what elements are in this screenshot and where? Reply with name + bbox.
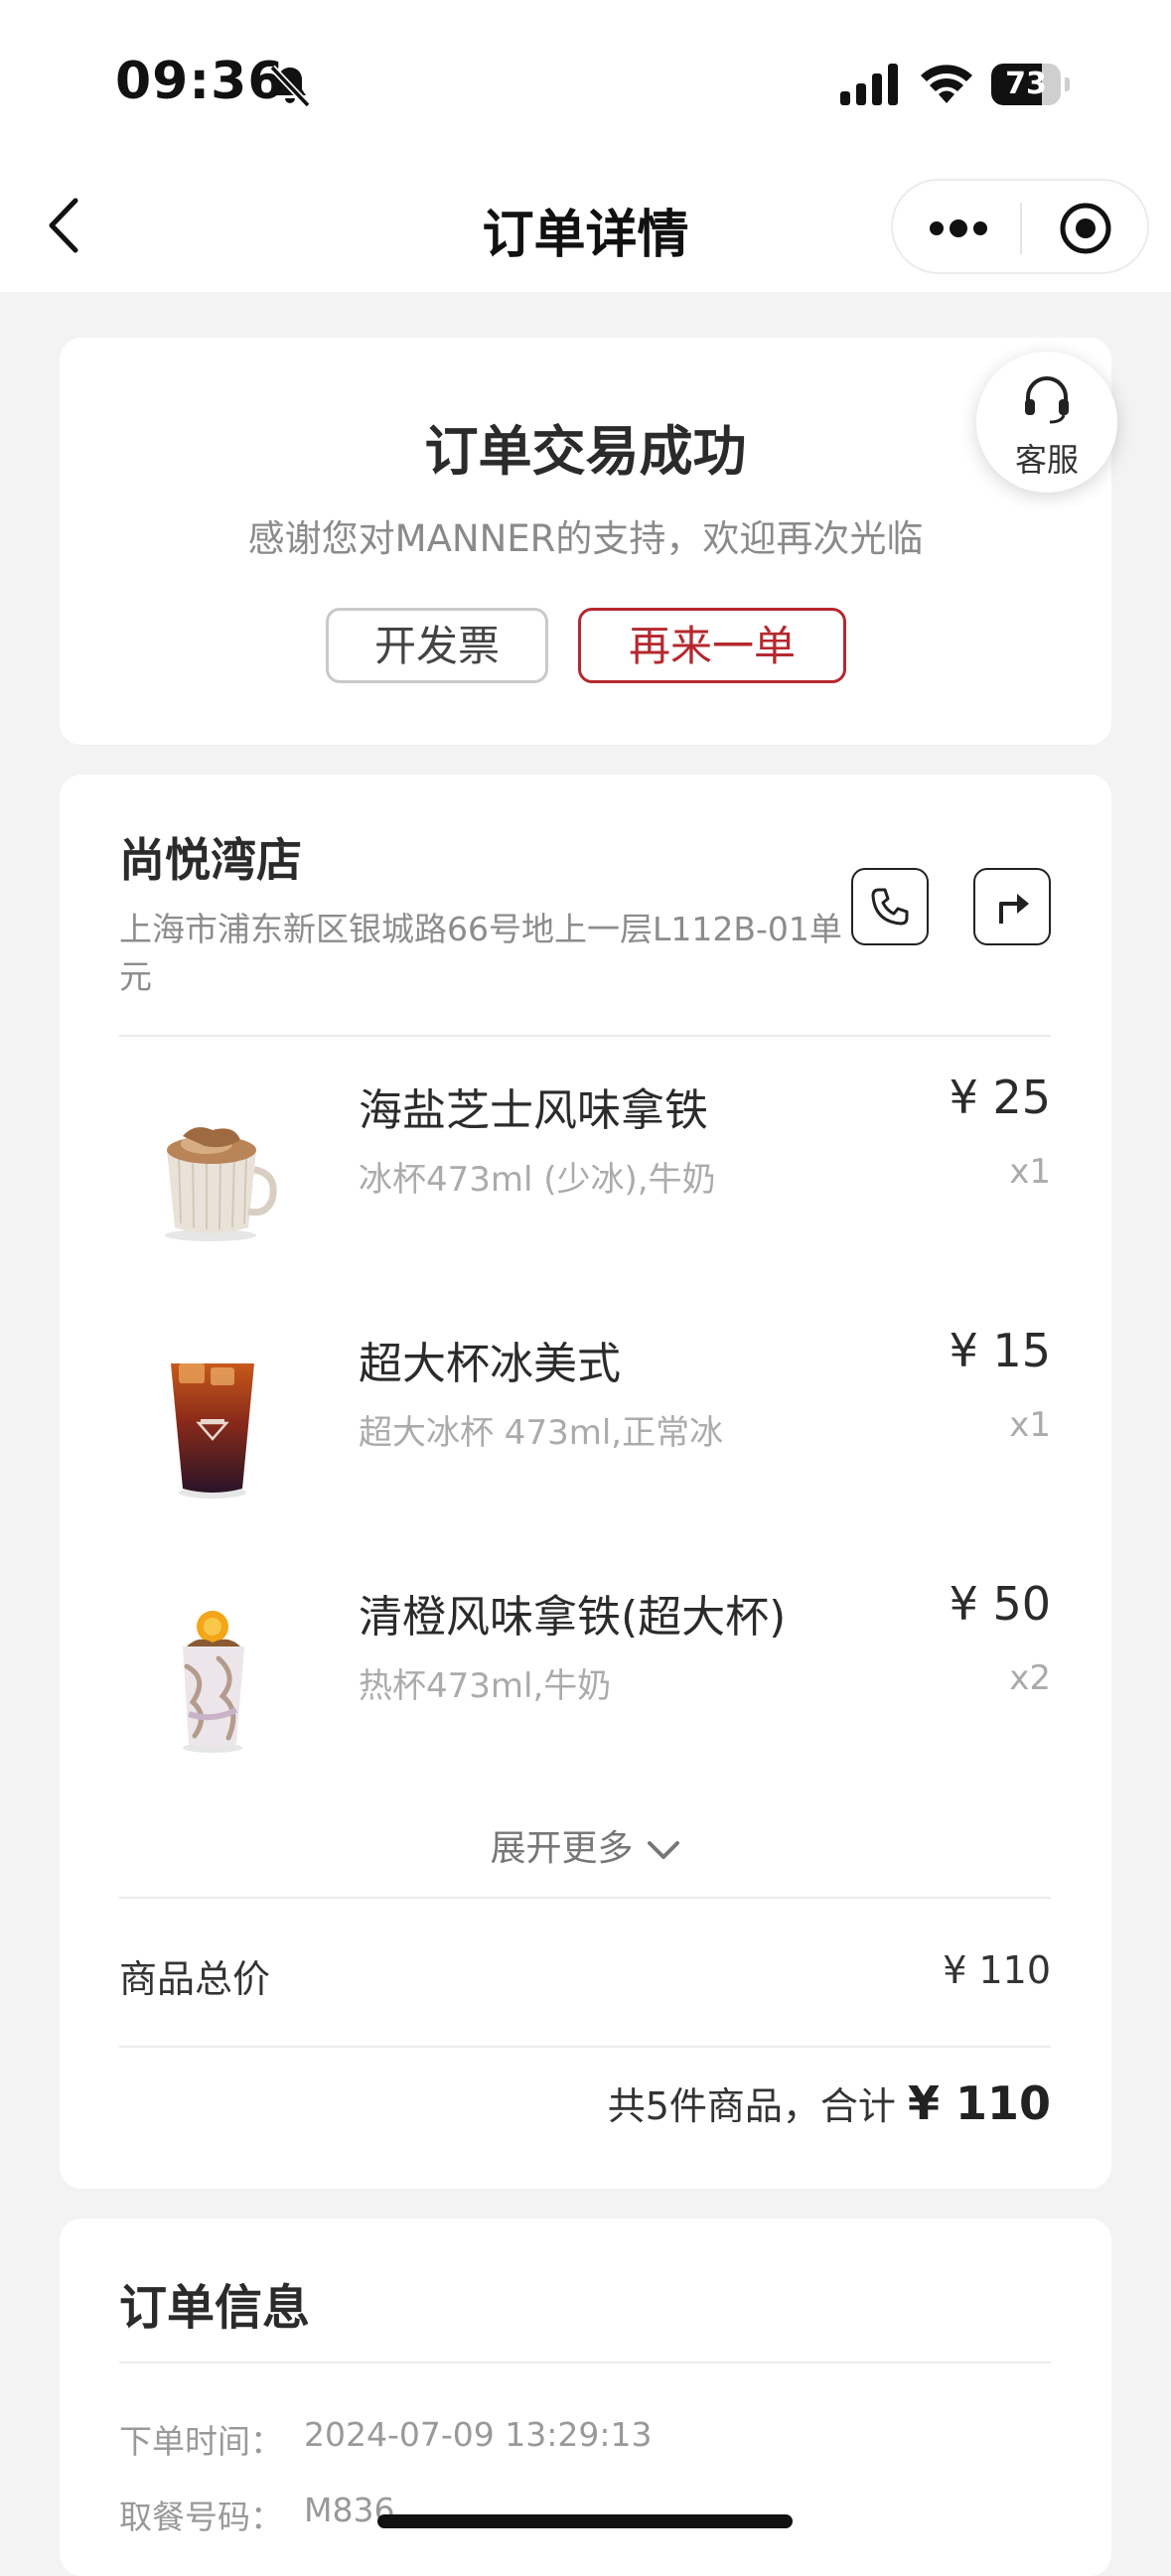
pickup-number-label: 取餐号码： [119, 2498, 283, 2536]
divider [119, 1897, 1051, 1899]
customer-service-button[interactable]: 客服 [976, 352, 1117, 493]
order-total: 共5件商品，合计 ¥ 110 [608, 2075, 1051, 2130]
phone-icon [871, 888, 909, 926]
call-store-button[interactable] [851, 868, 929, 945]
pickup-number-row: 取餐号码： M836 [119, 2491, 394, 2538]
product-image-orange-latte [183, 1611, 244, 1753]
order-items-card: 尚悦湾店 上海市浦东新区银城路66号地上一层L112B-01单元 海盐芝士风味拿… [60, 775, 1111, 2189]
battery-indicator: 73 [991, 64, 1071, 107]
order-info-title: 订单信息 [119, 2280, 311, 2336]
subtotal-label: 商品总价 [119, 1957, 271, 2001]
item-name: 海盐芝士风味拿铁 [359, 1085, 708, 1136]
expand-more-button[interactable]: 展开更多 [60, 1819, 1111, 1871]
subtotal-value: ¥ 110 [943, 1948, 1051, 1992]
wifi-icon [921, 65, 972, 103]
top-bar: 09:36 73 订单详情 [0, 0, 1171, 292]
invoice-button[interactable]: 开发票 [326, 608, 548, 683]
product-image-latte-mug [165, 1127, 277, 1241]
reorder-button[interactable]: 再来一单 [578, 608, 846, 683]
bell-muted-icon [269, 65, 311, 108]
order-item[interactable]: 清橙风味拿铁(超大杯) 热杯473ml,牛奶 ¥ 50 x2 [60, 1559, 1111, 1788]
order-time-label: 下单时间： [119, 2422, 283, 2461]
more-dots-icon[interactable] [927, 209, 990, 248]
total-prefix: 共5件商品，合计 [607, 2084, 908, 2128]
store-address: 上海市浦东新区银城路66号地上一层L112B-01单元 [119, 910, 842, 996]
miniapp-capsule [891, 179, 1149, 274]
thanks-message: 感谢您对MANNER的支持，欢迎再次光临 [247, 517, 924, 560]
divider [119, 2046, 1051, 2048]
order-status-title: 订单交易成功 [424, 420, 747, 483]
order-item[interactable]: 海盐芝士风味拿铁 冰杯473ml (少冰),牛奶 ¥ 25 x1 [60, 1053, 1111, 1281]
home-indicator[interactable] [377, 2514, 793, 2528]
item-name: 超大杯冰美式 [359, 1339, 621, 1389]
store-name: 尚悦湾店 [119, 833, 302, 887]
item-price: ¥ 50 [949, 1577, 1051, 1631]
item-spec: 冰杯473ml (少冰),牛奶 [359, 1160, 716, 1200]
navigate-button[interactable] [973, 868, 1051, 945]
item-quantity: x2 [1009, 1658, 1051, 1698]
item-price: ¥ 15 [949, 1324, 1051, 1377]
headset-icon [1025, 376, 1069, 424]
item-quantity: x1 [1009, 1152, 1051, 1192]
order-item[interactable]: 超大杯冰美式 超大冰杯 473ml,正常冰 ¥ 15 x1 [60, 1306, 1111, 1534]
total-amount: ¥ 110 [907, 2076, 1051, 2130]
item-name: 清橙风味拿铁(超大杯) [359, 1592, 787, 1643]
chevron-down-icon [647, 1841, 679, 1859]
order-time-value: 2024-07-09 13:29:13 [304, 2415, 653, 2454]
product-image-iced-americano [171, 1363, 254, 1499]
divider [119, 1035, 1051, 1037]
directions-icon [999, 894, 1029, 924]
divider [119, 2361, 1051, 2363]
item-spec: 超大冰杯 473ml,正常冰 [359, 1413, 724, 1453]
status-time: 09:36 [115, 52, 285, 111]
battery-percent: 73 [1005, 67, 1047, 101]
expand-more-label: 展开更多 [490, 1828, 634, 1869]
item-price: ¥ 25 [949, 1071, 1051, 1124]
customer-service-label: 客服 [1014, 441, 1079, 479]
item-quantity: x1 [1009, 1405, 1051, 1445]
order-status-card: 订单交易成功 感谢您对MANNER的支持，欢迎再次光临 开发票 再来一单 [60, 338, 1111, 745]
cellular-signal-icon [840, 64, 898, 105]
item-spec: 热杯473ml,牛奶 [359, 1666, 612, 1706]
close-target-icon[interactable] [1058, 201, 1113, 256]
order-time-row: 下单时间： 2024-07-09 13:29:13 [119, 2415, 652, 2463]
